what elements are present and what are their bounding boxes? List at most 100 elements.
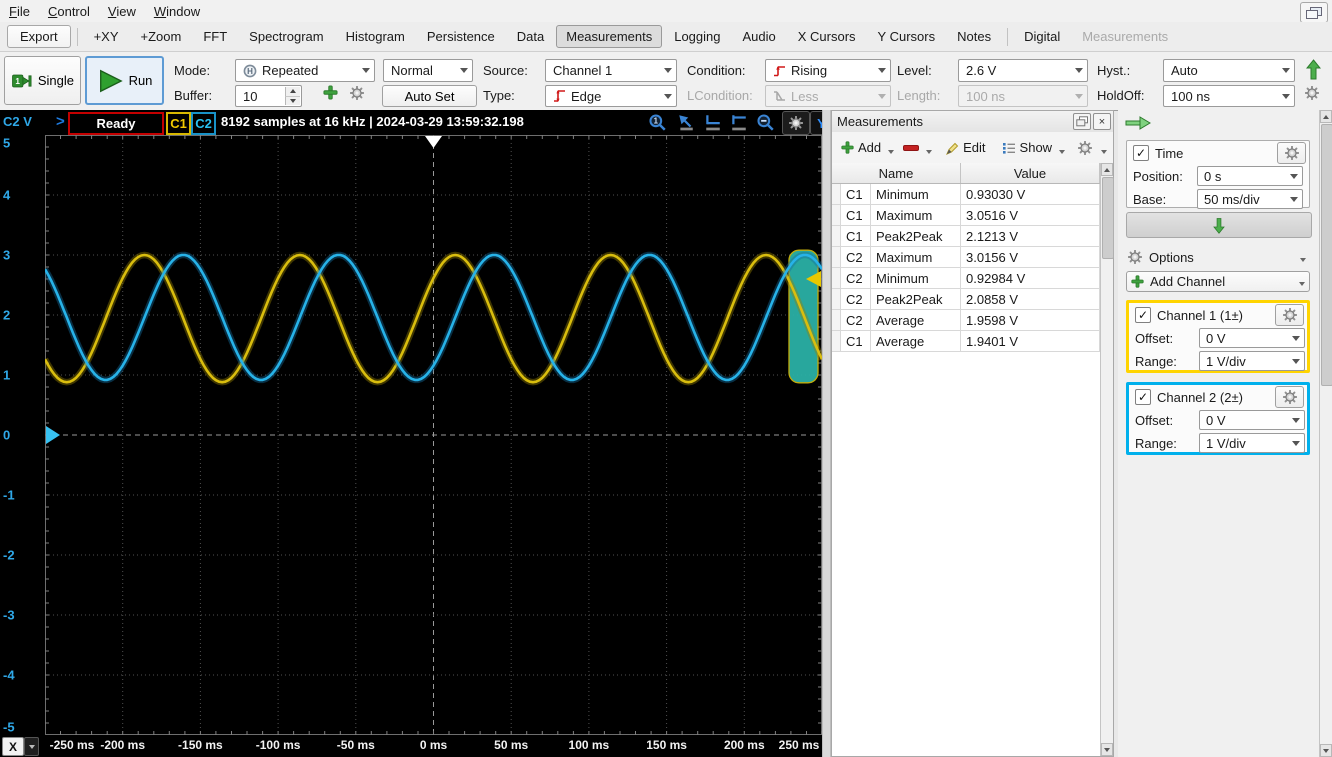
view-tab-y-cursors[interactable]: Y Cursors	[868, 25, 946, 48]
panel-scrollbar[interactable]	[1319, 110, 1332, 757]
measurement-row[interactable]: C2 Minimum 0.92984 V	[832, 268, 1100, 289]
view-tab-persistence[interactable]: Persistence	[417, 25, 505, 48]
channel1-gear-icon[interactable]	[1275, 304, 1304, 326]
add-buffer-icon[interactable]	[323, 85, 338, 103]
view-tab-digital[interactable]: Digital	[1014, 25, 1070, 48]
menu-window[interactable]: Window	[145, 3, 209, 20]
menu-file[interactable]: File	[0, 3, 39, 20]
options-row[interactable]: Options	[1126, 248, 1310, 267]
show-caret-icon[interactable]	[1059, 149, 1066, 154]
view-tab-export[interactable]: Export	[7, 25, 71, 48]
buffer-spinner[interactable]	[285, 87, 300, 105]
run-button[interactable]: Run	[85, 56, 164, 105]
channel2-gear-icon[interactable]	[1275, 386, 1304, 408]
zoom-in-icon[interactable]: 1	[648, 113, 672, 132]
collapse-panel-icon[interactable]	[1125, 116, 1153, 132]
autoset-button[interactable]: Auto Set	[382, 85, 477, 107]
channel1-offset-dropdown[interactable]: 0 V	[1199, 328, 1305, 348]
measurement-row[interactable]: C2 Peak2Peak 2.0858 V	[832, 289, 1100, 310]
scrollbar-thumb[interactable]	[1321, 124, 1332, 386]
source-dropdown[interactable]: Channel 1	[545, 59, 677, 82]
scroll-up-icon[interactable]	[1320, 110, 1332, 123]
measurements-title: Measurements	[837, 114, 923, 129]
measurements-gear-icon[interactable]	[1074, 137, 1098, 159]
add-caret-icon[interactable]	[888, 149, 895, 154]
oscilloscope-plot[interactable]	[42, 135, 825, 735]
scroll-up-icon[interactable]	[1101, 163, 1113, 176]
panel-splitter[interactable]	[822, 110, 831, 757]
position-dropdown[interactable]: 0 s	[1197, 166, 1303, 186]
scrollbar-thumb[interactable]	[1102, 177, 1114, 259]
hysteresis-dropdown[interactable]: Auto	[1163, 59, 1295, 82]
cascade-windows-icon[interactable]	[1300, 2, 1328, 23]
zoom-out-icon[interactable]	[756, 113, 780, 132]
menu-control[interactable]: Control	[39, 3, 99, 20]
trigger-gear-icon[interactable]	[1304, 85, 1322, 103]
view-tab-logging[interactable]: Logging	[664, 25, 730, 48]
measurements-scrollbar[interactable]	[1100, 163, 1114, 756]
view-tab-notes[interactable]: Notes	[947, 25, 1001, 48]
gear-caret-icon[interactable]	[1101, 149, 1108, 154]
measurement-row[interactable]: C1 Average 1.9401 V	[832, 331, 1100, 352]
x-axis-button[interactable]: X	[2, 737, 24, 756]
options-label: Options	[1149, 250, 1194, 265]
view-tab-data[interactable]: Data	[507, 25, 554, 48]
channel2-offset-dropdown[interactable]: 0 V	[1199, 410, 1305, 430]
cursor-horizontal-icon[interactable]	[704, 113, 728, 132]
selected-axis-label[interactable]: C2 V	[3, 114, 32, 129]
type-dropdown[interactable]: Edge	[545, 85, 677, 107]
view-tab-plus-zoom[interactable]: +Zoom	[131, 25, 192, 48]
single-button[interactable]: 1 Single	[4, 56, 81, 105]
undock-icon[interactable]	[1073, 113, 1091, 130]
channel1-range-dropdown[interactable]: 1 V/div	[1199, 351, 1305, 371]
measurement-row[interactable]: C1 Minimum 0.93030 V	[832, 184, 1100, 205]
plot-gear-icon[interactable]	[782, 111, 810, 135]
add-measurement-button[interactable]: Add	[837, 137, 885, 158]
arrow-up-icon[interactable]	[1305, 59, 1322, 84]
time-checkbox[interactable]: ✓	[1133, 145, 1149, 161]
view-tab-spectrogram[interactable]: Spectrogram	[239, 25, 333, 48]
expand-arrow-icon[interactable]: >	[56, 113, 65, 130]
edit-measurement-button[interactable]: Edit	[941, 137, 989, 158]
remove-caret-icon[interactable]	[926, 149, 933, 154]
measurement-row[interactable]: C1 Peak2Peak 2.1213 V	[832, 226, 1100, 247]
view-tab-audio[interactable]: Audio	[733, 25, 786, 48]
view-tab-fft[interactable]: FFT	[193, 25, 237, 48]
menu-view[interactable]: View	[99, 3, 145, 20]
measurement-row[interactable]: C2 Average 1.9598 V	[832, 310, 1100, 331]
mode-dropdown[interactable]: H Repeated	[235, 59, 375, 82]
holdoff-dropdown[interactable]: 100 ns	[1163, 85, 1295, 107]
level-dropdown[interactable]: 2.6 V	[958, 59, 1088, 82]
view-tab-measurements[interactable]: Measurements	[556, 25, 663, 48]
add-channel-button[interactable]: Add Channel	[1126, 271, 1310, 292]
apply-down-button[interactable]	[1126, 212, 1312, 238]
pan-arrow-icon[interactable]	[677, 113, 701, 132]
show-measurement-button[interactable]: Show	[998, 137, 1057, 158]
close-icon[interactable]: ×	[1093, 113, 1111, 130]
view-tab-histogram[interactable]: Histogram	[336, 25, 415, 48]
cursor-vertical-icon[interactable]	[730, 113, 754, 132]
time-gear-icon[interactable]	[1277, 142, 1306, 164]
channel2-tab[interactable]: C2	[191, 112, 216, 135]
view-tab-x-cursors[interactable]: X Cursors	[788, 25, 866, 48]
view-tab-measurements-2[interactable]: Measurements	[1072, 25, 1178, 48]
channel1-tab[interactable]: C1	[166, 112, 191, 135]
channel2-checkbox[interactable]: ✓	[1135, 389, 1151, 405]
measurement-row[interactable]: C1 Maximum 3.0516 V	[832, 205, 1100, 226]
base-dropdown[interactable]: 50 ms/div	[1197, 189, 1303, 209]
remove-measurement-button[interactable]	[899, 142, 923, 154]
channel1-checkbox[interactable]: ✓	[1135, 307, 1151, 323]
acquisition-dropdown[interactable]: Normal	[383, 59, 473, 82]
buffer-gear-icon[interactable]	[349, 85, 366, 102]
channel2-range-dropdown[interactable]: 1 V/div	[1199, 433, 1305, 453]
view-tab-plus-xy[interactable]: +XY	[84, 25, 129, 48]
buffer-input[interactable]: 10	[235, 85, 302, 107]
plot-area[interactable]	[42, 135, 825, 735]
scroll-down-icon[interactable]	[1101, 743, 1113, 756]
measurement-name: Average	[871, 310, 961, 330]
measurement-row[interactable]: C2 Maximum 3.0156 V	[832, 247, 1100, 268]
measurement-name: Average	[871, 331, 961, 351]
scroll-down-icon[interactable]	[1320, 744, 1332, 757]
measurements-table-header[interactable]: Name Value	[832, 163, 1100, 184]
condition-dropdown[interactable]: Rising	[765, 59, 891, 82]
